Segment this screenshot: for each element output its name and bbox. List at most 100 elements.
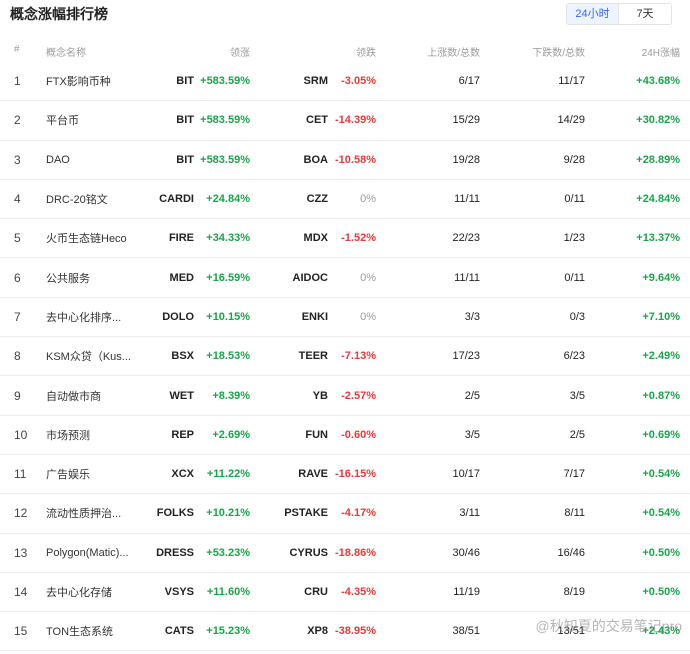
up-count: 38/51	[452, 625, 480, 638]
table-row[interactable]: 13 Polygon(Matic)... DRESS +53.23% CYRUS -18.…	[0, 534, 690, 573]
up-count: 22/23	[452, 232, 480, 245]
row-index: 8	[14, 349, 21, 364]
header-name: 概念名称	[46, 48, 86, 59]
leader-symbol: MED	[169, 271, 194, 284]
faller-symbol: MDX	[303, 232, 328, 245]
leader-change: +53.23%	[206, 546, 250, 559]
change-24h: +9.64%	[642, 271, 680, 284]
faller-symbol: ENKI	[301, 310, 328, 323]
row-index: 14	[14, 585, 28, 599]
row-index: 10	[14, 427, 28, 442]
row-index: 9	[14, 388, 21, 403]
change-24h: +0.69%	[642, 428, 680, 441]
row-index: 3	[14, 152, 21, 167]
leader-change: +8.39%	[212, 389, 250, 402]
concept-name: 流动性质押治...	[46, 508, 122, 521]
leader-symbol: DRESS	[156, 546, 194, 559]
concept-name: 自动做市商	[46, 390, 101, 403]
leader-symbol: REP	[171, 428, 194, 441]
up-count: 11/11	[454, 193, 480, 206]
leader-symbol: BIT	[176, 114, 194, 127]
tab-7d[interactable]: 7天	[619, 4, 671, 24]
header-up-count[interactable]: 上涨数/总数	[427, 44, 480, 59]
up-count: 6/17	[458, 75, 480, 88]
faller-change: 0%	[360, 310, 376, 323]
leader-symbol: DOLO	[162, 310, 194, 323]
faller-change: -16.15%	[335, 468, 376, 481]
table-row[interactable]: 1 FTX影响币种 BIT +583.59% SRM -3.05% 6/17 11/17 +43…	[0, 62, 690, 102]
concept-name: 火币生态链Heco	[46, 233, 127, 246]
concept-name: 广告娱乐	[46, 469, 90, 482]
leader-change: +15.23%	[206, 625, 250, 638]
header-24h-change[interactable]: 24H涨幅	[642, 44, 680, 59]
leader-symbol: VSYS	[164, 586, 194, 598]
table-row[interactable]: 12 流动性质押治... FOLKS +10.21% PSTAKE -4.17% 3/11 8…	[0, 494, 690, 534]
concept-name: 平台币	[46, 115, 79, 128]
page-title: 概念涨幅排行榜	[10, 6, 108, 22]
down-count: 0/11	[564, 271, 585, 284]
change-24h: +7.10%	[642, 310, 680, 323]
faller-change: -18.86%	[335, 546, 376, 559]
concept-name: DRC-20铭文	[46, 194, 108, 207]
leader-change: +16.59%	[206, 271, 250, 284]
change-24h: +0.50%	[642, 586, 680, 598]
row-index: 11	[14, 467, 27, 482]
table-row[interactable]: 10 市场预测 REP +2.69% FUN -0.60% 3/5 2/5 +0.69%	[0, 416, 690, 455]
row-index: 7	[14, 309, 21, 324]
up-count: 10/17	[452, 468, 480, 481]
faller-change: -4.35%	[341, 586, 376, 598]
table-row[interactable]: 9 自动做市商 WET +8.39% YB -2.57% 2/5 3/5 +0.87%	[0, 376, 690, 416]
change-24h: +43.68%	[636, 75, 680, 88]
table-row[interactable]: 6 公共服务 MED +16.59% AIDOC 0% 11/11 0/11 +9.64%	[0, 258, 690, 298]
leader-symbol: BIT	[176, 153, 194, 166]
change-24h: +24.84%	[636, 193, 680, 206]
leader-change: +10.21%	[206, 507, 250, 520]
watermark: @秋知夏的交易笔记pro	[535, 618, 682, 634]
faller-symbol: FUN	[305, 428, 328, 441]
concept-name: Polygon(Matic)...	[46, 546, 129, 559]
header-faller[interactable]: 领跌	[356, 44, 376, 59]
faller-symbol: CZZ	[306, 193, 328, 206]
row-index: 6	[14, 270, 21, 285]
down-count: 9/28	[563, 153, 585, 166]
faller-change: -3.05%	[341, 75, 376, 88]
concept-name: 公共服务	[46, 272, 90, 285]
faller-symbol: CET	[306, 114, 328, 127]
change-24h: +0.54%	[642, 468, 680, 481]
header-down-count[interactable]: 下跌数/总数	[532, 44, 585, 59]
row-index: 12	[14, 506, 28, 521]
header-index: #	[14, 44, 20, 55]
table-row[interactable]: 4 DRC-20铭文 CARDI +24.84% CZZ 0% 11/11 0/11 +24.8…	[0, 180, 690, 220]
down-count: 8/19	[563, 586, 585, 598]
leader-change: +24.84%	[206, 193, 250, 206]
up-count: 3/3	[464, 310, 480, 323]
leader-symbol: WET	[169, 389, 194, 402]
leader-symbol: CARDI	[159, 193, 194, 206]
down-count: 6/23	[563, 350, 585, 363]
faller-symbol: CRU	[304, 586, 328, 598]
faller-change: -38.95%	[335, 625, 376, 638]
header-leader[interactable]: 领涨	[230, 44, 250, 59]
faller-symbol: PSTAKE	[284, 507, 328, 520]
faller-change: -10.58%	[335, 153, 376, 166]
faller-symbol: RAVE	[298, 468, 328, 481]
concept-name: FTX影响币种	[46, 76, 111, 89]
table-row[interactable]: 14 去中心化存储 VSYS +11.60% CRU -4.35% 11/19 8/19 +0.…	[0, 573, 690, 613]
row-index: 1	[14, 74, 21, 89]
table-row[interactable]: 2 平台币 BIT +583.59% CET -14.39% 15/29 14/29 +30.8…	[0, 101, 690, 141]
table-row[interactable]: 5 火币生态链Heco FIRE +34.33% MDX -1.52% 22/23 1/23 +…	[0, 219, 690, 259]
table-row[interactable]: 3 DAO BIT +583.59% BOA -10.58% 19/28 9/28 +28.89…	[0, 141, 690, 180]
faller-symbol: TEER	[298, 350, 328, 363]
table-row[interactable]: 8 KSM众贷（Kus... BSX +18.53% TEER -7.13% 17/23 6/…	[0, 337, 690, 377]
leader-symbol: BSX	[171, 350, 194, 363]
table-row[interactable]: 7 去中心化排序... DOLO +10.15% ENKI 0% 3/3 0/3 +7.10%	[0, 298, 690, 338]
leader-symbol: FIRE	[168, 232, 194, 245]
table-row[interactable]: 11 广告娱乐 XCX +11.22% RAVE -16.15% 10/17 7/17 +0.5…	[0, 455, 690, 495]
change-24h: +0.50%	[642, 546, 680, 559]
down-count: 8/11	[564, 507, 585, 520]
down-count: 1/23	[563, 232, 585, 245]
down-count: 0/11	[564, 193, 585, 206]
tab-24h[interactable]: 24小时	[567, 4, 619, 24]
faller-symbol: YB	[312, 389, 328, 402]
down-count: 16/46	[557, 546, 585, 559]
